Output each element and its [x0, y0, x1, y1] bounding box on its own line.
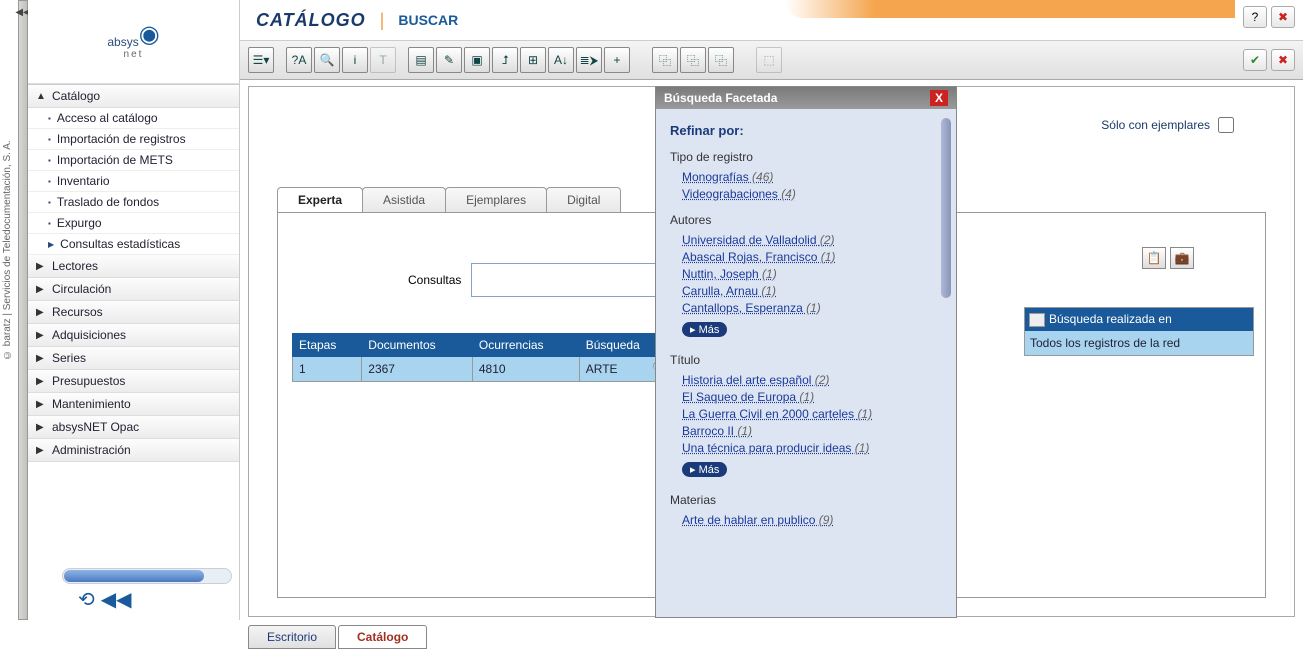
tool-edit[interactable]: ✎ [436, 47, 462, 73]
tab-asistida[interactable]: Asistida [362, 187, 446, 212]
header-action-buscar[interactable]: BUSCAR [398, 12, 458, 28]
facet-refine-label: Refinar por: [670, 123, 942, 138]
tool-layers[interactable]: ▣ [464, 47, 490, 73]
facet-link[interactable]: Nuttin, Joseph (1) [682, 267, 942, 281]
sidebar-item-4[interactable]: ▶Series [28, 347, 239, 370]
sidebar-sub-2[interactable]: Importación de METS [28, 150, 239, 171]
solo-checkbox[interactable] [1218, 117, 1234, 133]
facet-link[interactable]: Carulla, Arnau (1) [682, 284, 942, 298]
bottom-tab-catálogo[interactable]: Catálogo [338, 625, 427, 649]
sidebar-sub-4[interactable]: Traslado de fondos [28, 192, 239, 213]
tool-search-a[interactable]: ?A [286, 47, 312, 73]
facet-link[interactable]: Historia del arte español (2) [682, 373, 942, 387]
help-button[interactable]: ? [1243, 6, 1267, 28]
page-header: CATÁLOGO | BUSCAR ? ✖ [240, 0, 1303, 40]
tool-copy2[interactable]: ⿻ [680, 47, 706, 73]
sidebar-item-5[interactable]: ▶Presupuestos [28, 370, 239, 393]
tool-zoom[interactable]: 🔍 [314, 47, 340, 73]
facet-link[interactable]: Universidad de Valladolid (2) [682, 233, 942, 247]
sidebar-item-6[interactable]: ▶Mantenimiento [28, 393, 239, 416]
facet-panel: Búsqueda Facetada X Refinar por: Tipo de… [655, 86, 957, 618]
facet-link[interactable]: Videograbaciones (4) [682, 187, 942, 201]
close-button[interactable]: ✖ [1271, 6, 1295, 28]
confirm-button[interactable]: ✔ [1243, 49, 1267, 71]
tool-copy3[interactable]: ⿻ [708, 47, 734, 73]
tab-digital[interactable]: Digital [546, 187, 621, 212]
tool-add[interactable]: + [604, 47, 630, 73]
facet-link[interactable]: Arte de hablar en publico (9) [682, 513, 942, 527]
sidebar-item-7[interactable]: ▶absysNET Opac [28, 416, 239, 439]
facet-link[interactable]: El Saqueo de Europa (1) [682, 390, 942, 404]
sidebar-collapse[interactable]: ◀◀ [18, 0, 28, 620]
tool-text[interactable]: T [370, 47, 396, 73]
sidebar-scrollbar[interactable] [62, 568, 232, 584]
menu-catalogo[interactable]: ▲Catálogo [28, 85, 239, 108]
sidebar-sub-1[interactable]: Importación de registros [28, 129, 239, 150]
cancel-button[interactable]: ✖ [1271, 49, 1295, 71]
tab-ejemplares[interactable]: Ejemplares [445, 187, 547, 212]
facet-link[interactable]: Abascal Rojas, Francisco (1) [682, 250, 942, 264]
back-icon[interactable]: ◀◀ [101, 587, 132, 612]
sidebar-item-1[interactable]: ▶Circulación [28, 278, 239, 301]
sidebar-item-0[interactable]: ▶Lectores [28, 255, 239, 278]
facet-link[interactable]: Monografías (46) [682, 170, 942, 184]
facet-link[interactable]: Una técnica para producir ideas (1) [682, 441, 942, 455]
tool-info[interactable]: i [342, 47, 368, 73]
facet-link[interactable]: Barroco II (1) [682, 424, 942, 438]
facet-scrollbar[interactable] [940, 117, 952, 607]
tool-align[interactable]: ≣⮞ [576, 47, 602, 73]
sidebar-sub-5[interactable]: Expurgo [28, 213, 239, 234]
tool-list[interactable]: ☰▾ [248, 47, 274, 73]
sidebar-item-8[interactable]: ▶Administración [28, 439, 239, 462]
page-title: CATÁLOGO [256, 10, 366, 31]
facet-close-button[interactable]: X [930, 90, 948, 106]
sidebar-item-2[interactable]: ▶Recursos [28, 301, 239, 324]
tool-form[interactable]: ▤ [408, 47, 434, 73]
tab-experta[interactable]: Experta [277, 187, 363, 212]
sidebar-sub-6[interactable]: Consultas estadísticas [28, 234, 239, 255]
refresh-icon[interactable]: ⟲ [78, 587, 95, 612]
clipboard-icon[interactable]: 📋 [1142, 247, 1166, 269]
sidebar-sub-3[interactable]: Inventario [28, 171, 239, 192]
solo-label: Sólo con ejemplares [1101, 118, 1210, 132]
facet-more[interactable]: ▸ Más [682, 322, 727, 337]
sidebar-sub-0[interactable]: Acceso al catálogo [28, 108, 239, 129]
tool-copy1[interactable]: ⿻ [652, 47, 678, 73]
tool-tree[interactable]: ⊞ [520, 47, 546, 73]
bottom-tab-escritorio[interactable]: Escritorio [248, 625, 336, 649]
facet-link[interactable]: La Guerra Civil en 2000 carteles (1) [682, 407, 942, 421]
consultas-label: Consultas [408, 273, 461, 287]
facet-title: Búsqueda Facetada [664, 91, 777, 105]
facet-link[interactable]: Cantallops, Esperanza (1) [682, 301, 942, 315]
search-scope-table: Búsqueda realizada en Todos los registro… [1024, 307, 1254, 356]
person-icon [1029, 313, 1045, 327]
sidebar-item-3[interactable]: ▶Adquisiciones [28, 324, 239, 347]
tool-up[interactable]: ⮥ [492, 47, 518, 73]
company-credit: © baratz | Servicios de Teledocumentació… [2, 20, 18, 480]
sidebar-menu: ▲Catálogo Acceso al catálogoImportación … [28, 84, 239, 462]
results-table: EtapasDocumentosOcurrenciasBúsqueda 1236… [292, 333, 672, 382]
tool-sort[interactable]: A↓ [548, 47, 574, 73]
facet-more[interactable]: ▸ Más [682, 462, 727, 477]
toolbar: ☰▾ ?A 🔍 i T ▤ ✎ ▣ ⮥ ⊞ A↓ ≣⮞ + ⿻ ⿻ ⿻ ⬚ ✔ … [240, 40, 1303, 80]
briefcase-icon[interactable]: 💼 [1170, 247, 1194, 269]
brand-logo: absys◉ net [28, 0, 239, 84]
sidebar: absys◉ net ▲Catálogo Acceso al catálogoI… [28, 0, 240, 620]
tool-tag[interactable]: ⬚ [756, 47, 782, 73]
